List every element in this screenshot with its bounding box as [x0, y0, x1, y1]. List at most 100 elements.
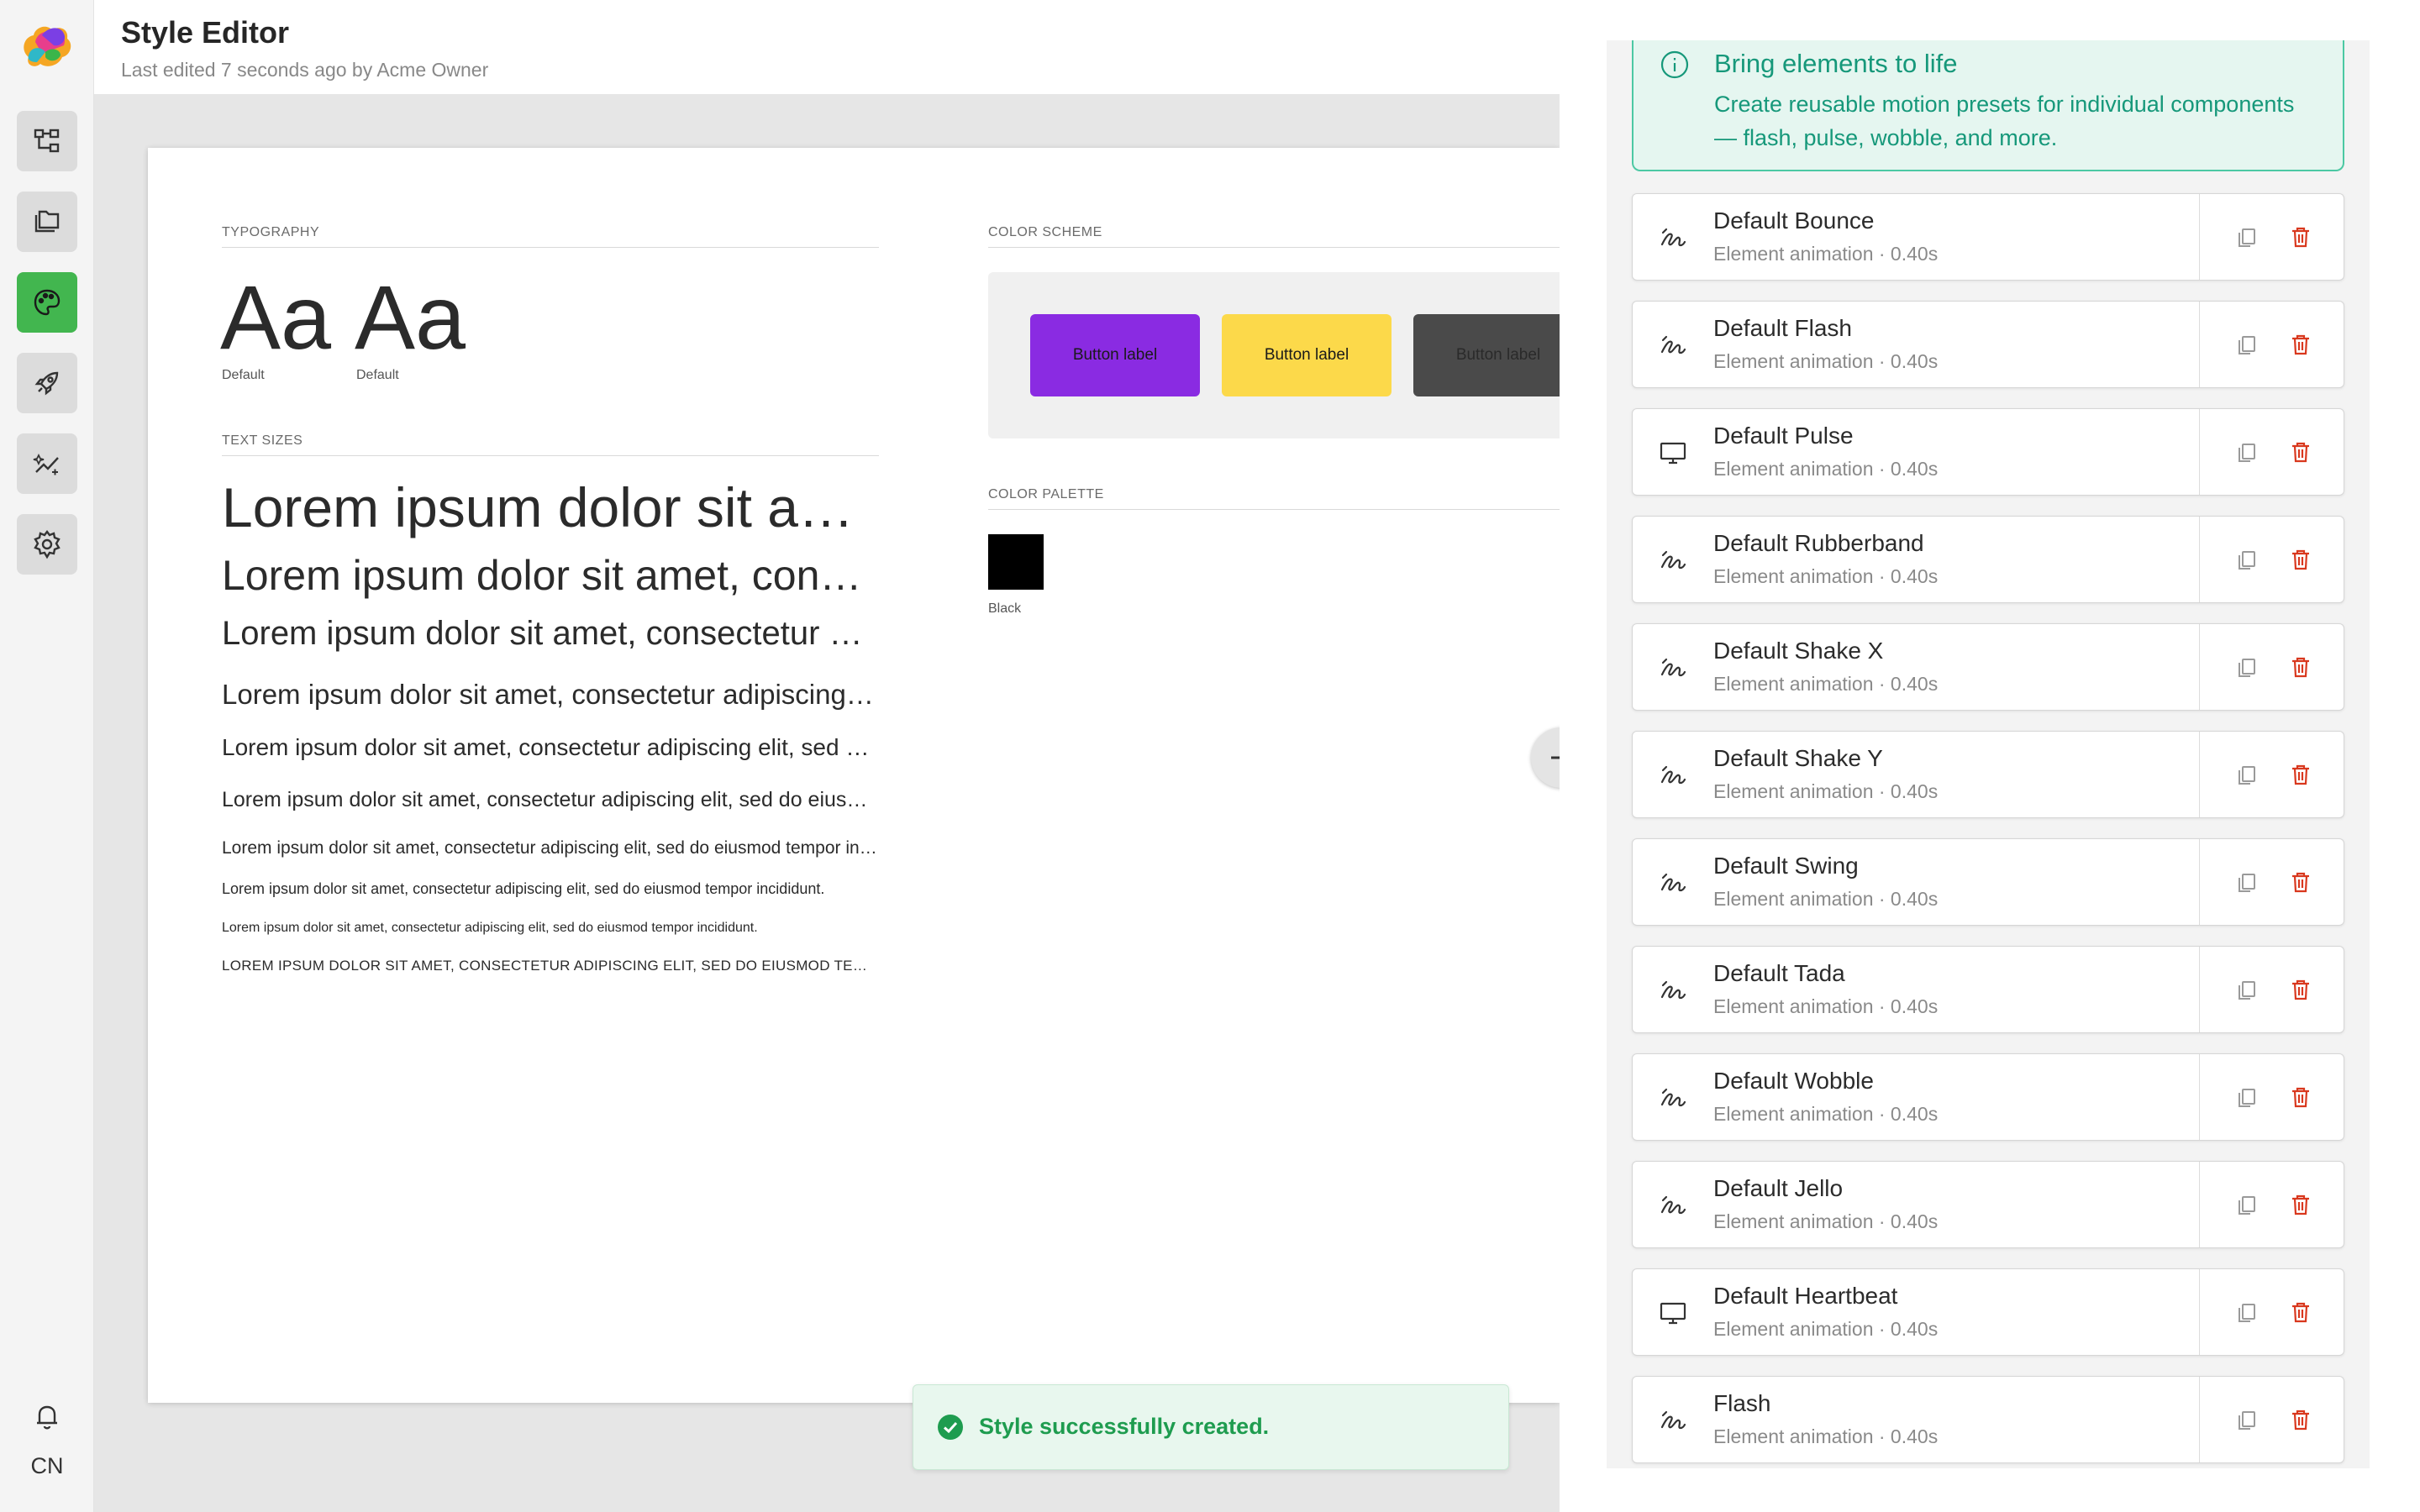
text-size-sample[interactable]: Lorem ipsum dolor sit amet, consectetur … [222, 838, 879, 858]
monitor-icon [1660, 442, 1686, 465]
copy-icon[interactable] [2234, 1407, 2260, 1432]
copy-icon[interactable] [2234, 1084, 2260, 1110]
animation-name: Default Bounce [1713, 207, 1875, 234]
text-size-sample[interactable]: Lorem ipsum dolor sit amet, consectetur … [222, 615, 879, 653]
text-sizes-divider [222, 455, 879, 456]
trash-icon[interactable] [2288, 869, 2313, 895]
color-swatch[interactable] [988, 534, 1044, 590]
palette-icon [34, 289, 60, 316]
text-sizes-label: TEXT SIZES [222, 433, 303, 448]
motion-icon [1660, 228, 1686, 247]
animation-details: Element animation · 0.40s [1713, 673, 1939, 695]
success-toast: Style successfully created. [913, 1384, 1509, 1470]
copy-icon[interactable] [2234, 1299, 2260, 1325]
trash-icon[interactable] [2288, 1407, 2313, 1432]
motion-icon [1660, 980, 1686, 1000]
copy-icon[interactable] [2234, 439, 2260, 465]
animation-card[interactable]: Default Jello Element animation · 0.40s [1632, 1161, 2344, 1248]
text-size-sample[interactable]: Lorem ipsum dolor sit amet, consectetur … [222, 921, 879, 936]
trash-icon[interactable] [2288, 977, 2313, 1002]
animation-details: Element animation · 0.40s [1713, 243, 1939, 265]
animation-details: Element animation · 0.40s [1713, 458, 1939, 480]
sitemap-button[interactable] [17, 111, 77, 171]
animation-details: Element animation · 0.40s [1713, 1103, 1939, 1125]
typography-sample[interactable]: Aa [220, 272, 331, 363]
text-size-sample[interactable]: LOREM IPSUM DOLOR SIT AMET, CONSECTETUR … [222, 958, 879, 974]
card-divider [2199, 1269, 2200, 1355]
motion-icon [1660, 658, 1686, 677]
animation-card[interactable]: Default Swing Element animation · 0.40s [1632, 838, 2344, 926]
color-scheme-preview[interactable]: Button label Button label Button label [988, 272, 1627, 438]
animation-name: Default Rubberband [1713, 530, 1924, 556]
text-size-sample[interactable]: Lorem ipsum dolor sit amet, consectetur … [222, 475, 879, 539]
trash-icon[interactable] [2288, 1192, 2313, 1217]
scheme-button-primary[interactable]: Button label [1030, 314, 1200, 396]
rocket-icon [34, 371, 59, 396]
color-palette-divider [988, 509, 1560, 510]
animation-card[interactable]: Default Wobble Element animation · 0.40s [1632, 1053, 2344, 1141]
card-divider [2199, 409, 2200, 495]
text-size-sample[interactable]: Lorem ipsum dolor sit amet, consectetur … [222, 551, 879, 600]
text-size-sample[interactable]: Lorem ipsum dolor sit amet, consectetur … [222, 679, 879, 711]
copy-icon[interactable] [2234, 1192, 2260, 1217]
copy-icon[interactable] [2234, 547, 2260, 572]
motion-icon [1660, 550, 1686, 570]
animation-card[interactable]: Default Bounce Element animation · 0.40s [1632, 193, 2344, 281]
bell-icon[interactable] [32, 1401, 62, 1431]
scheme-button-tertiary[interactable]: Button label [1413, 314, 1583, 396]
typography-divider [222, 247, 879, 248]
text-size-sample[interactable]: Lorem ipsum dolor sit amet, consectetur … [222, 788, 879, 812]
effects-button[interactable] [17, 433, 77, 494]
animation-card[interactable]: Flash Element animation · 0.40s [1632, 1376, 2344, 1463]
typography-sample[interactable]: Aa [355, 272, 466, 363]
text-size-sample[interactable]: Lorem ipsum dolor sit amet, consectetur … [222, 734, 879, 761]
user-initials[interactable]: CN [0, 1453, 94, 1479]
trash-icon[interactable] [2288, 332, 2313, 357]
typography-label: TYPOGRAPHY [222, 225, 320, 239]
card-divider [2199, 302, 2200, 387]
app-logo[interactable] [17, 17, 76, 76]
text-size-sample[interactable]: Lorem ipsum dolor sit amet, consectetur … [222, 880, 879, 898]
animation-name: Default Wobble [1713, 1068, 1874, 1094]
info-title: Bring elements to life [1714, 49, 1958, 78]
animation-card[interactable]: Default Tada Element animation · 0.40s [1632, 946, 2344, 1033]
scheme-button-secondary[interactable]: Button label [1222, 314, 1392, 396]
trash-icon[interactable] [2288, 224, 2313, 249]
trash-icon[interactable] [2288, 762, 2313, 787]
animation-card[interactable]: Default Shake Y Element animation · 0.40s [1632, 731, 2344, 818]
trash-icon[interactable] [2288, 1084, 2313, 1110]
gear-icon [34, 530, 60, 559]
info-banner: Bring elements to life Create reusable m… [1632, 40, 2344, 171]
styles-button[interactable] [17, 272, 77, 333]
check-circle-icon [938, 1415, 963, 1440]
animation-details: Element animation · 0.40s [1713, 565, 1939, 587]
copy-icon[interactable] [2234, 762, 2260, 787]
trash-icon[interactable] [2288, 1299, 2313, 1325]
animation-name: Default Jello [1713, 1175, 1844, 1201]
animation-card[interactable]: Default Heartbeat Element animation · 0.4… [1632, 1268, 2344, 1356]
animation-card[interactable]: Default Pulse Element animation · 0.40s [1632, 408, 2344, 496]
trash-icon[interactable] [2288, 439, 2313, 465]
animation-card[interactable]: Default Rubberband Element animation · 0.… [1632, 516, 2344, 603]
typography-caption: Default [222, 368, 265, 382]
copy-icon[interactable] [2234, 332, 2260, 357]
last-edited-text: Last edited 7 seconds ago by Acme Owner [121, 59, 489, 81]
animation-card[interactable]: Default Shake X Element animation · 0.40s [1632, 623, 2344, 711]
copy-icon[interactable] [2234, 869, 2260, 895]
animation-details: Element animation · 0.40s [1713, 888, 1939, 910]
animation-details: Element animation · 0.40s [1713, 1318, 1939, 1340]
animation-card[interactable]: Default Flash Element animation · 0.40s [1632, 301, 2344, 388]
trash-icon[interactable] [2288, 654, 2313, 680]
files-button[interactable] [17, 192, 77, 252]
motion-icon [1660, 1410, 1686, 1430]
animation-details: Element animation · 0.40s [1713, 1425, 1939, 1447]
color-scheme-divider [988, 247, 1560, 248]
publish-button[interactable] [17, 353, 77, 413]
card-divider [2199, 1377, 2200, 1462]
copy-icon[interactable] [2234, 224, 2260, 249]
copy-icon[interactable] [2234, 654, 2260, 680]
copy-icon[interactable] [2234, 977, 2260, 1002]
trash-icon[interactable] [2288, 547, 2313, 572]
typography-caption: Default [356, 368, 399, 382]
settings-button[interactable] [17, 514, 77, 575]
